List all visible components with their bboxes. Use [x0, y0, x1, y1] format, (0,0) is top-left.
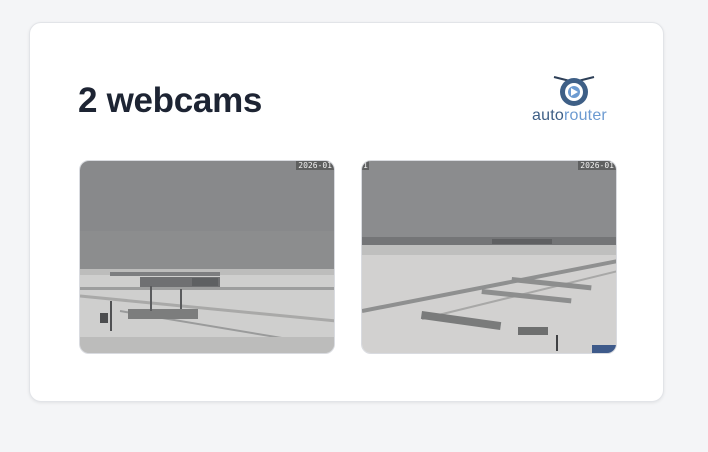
webcam-timestamp: 2026-01 [578, 161, 616, 170]
autorouter-logo[interactable]: autorouter [530, 73, 622, 129]
webcam-timestamp: 2026-01 [296, 161, 334, 170]
webcam-image-2[interactable]: 1 2026-01 [361, 160, 617, 354]
autorouter-wordmark: autorouter [532, 107, 607, 124]
webcams-card: 2 webcams autorouter 2026-01 1 2026-01 [29, 22, 664, 402]
autorouter-drone-icon [553, 76, 595, 106]
webcam-image-1[interactable]: 2026-01 [79, 160, 335, 354]
webcam-left-stamp: 1 [362, 161, 369, 170]
page-title: 2 webcams [78, 81, 263, 120]
